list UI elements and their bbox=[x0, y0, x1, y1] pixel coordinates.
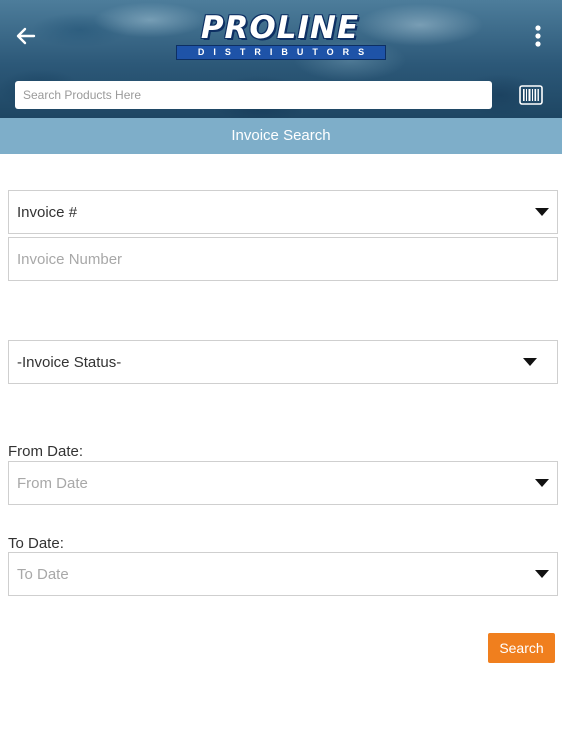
arrow-left-icon bbox=[16, 27, 36, 45]
overflow-menu-button[interactable] bbox=[526, 18, 550, 54]
from-date-picker[interactable]: From Date bbox=[8, 461, 558, 505]
from-date-placeholder: From Date bbox=[17, 474, 88, 492]
back-button[interactable] bbox=[8, 18, 44, 54]
search-button[interactable]: Search bbox=[488, 633, 555, 663]
chevron-down-icon bbox=[535, 208, 549, 216]
product-search-input[interactable] bbox=[15, 81, 492, 109]
from-date-label: From Date: bbox=[8, 443, 84, 460]
invoice-number-field[interactable] bbox=[8, 237, 558, 281]
logo-main-text: PROLINE bbox=[200, 10, 360, 46]
chevron-down-icon bbox=[535, 479, 549, 487]
proline-logo: PROLINE DISTRIBUTORS bbox=[174, 12, 386, 60]
chevron-down-icon bbox=[535, 570, 549, 578]
invoice-status-value: -Invoice Status- bbox=[17, 353, 122, 371]
logo-sub-text: DISTRIBUTORS bbox=[176, 45, 386, 60]
more-vertical-icon bbox=[535, 25, 541, 47]
invoice-status-select[interactable]: -Invoice Status- bbox=[8, 340, 558, 384]
chevron-down-icon bbox=[523, 358, 537, 366]
search-by-value: Invoice # bbox=[17, 203, 78, 221]
page-title: Invoice Search bbox=[0, 118, 562, 154]
barcode-icon bbox=[519, 85, 543, 105]
app-header: PROLINE DISTRIBUTORS bbox=[0, 0, 562, 118]
to-date-picker[interactable]: To Date bbox=[8, 552, 558, 596]
barcode-scan-button[interactable] bbox=[519, 84, 543, 106]
search-by-select[interactable]: Invoice # bbox=[8, 190, 558, 234]
to-date-placeholder: To Date bbox=[17, 565, 69, 583]
to-date-label: To Date: bbox=[8, 535, 64, 552]
invoice-number-input[interactable] bbox=[17, 250, 549, 268]
